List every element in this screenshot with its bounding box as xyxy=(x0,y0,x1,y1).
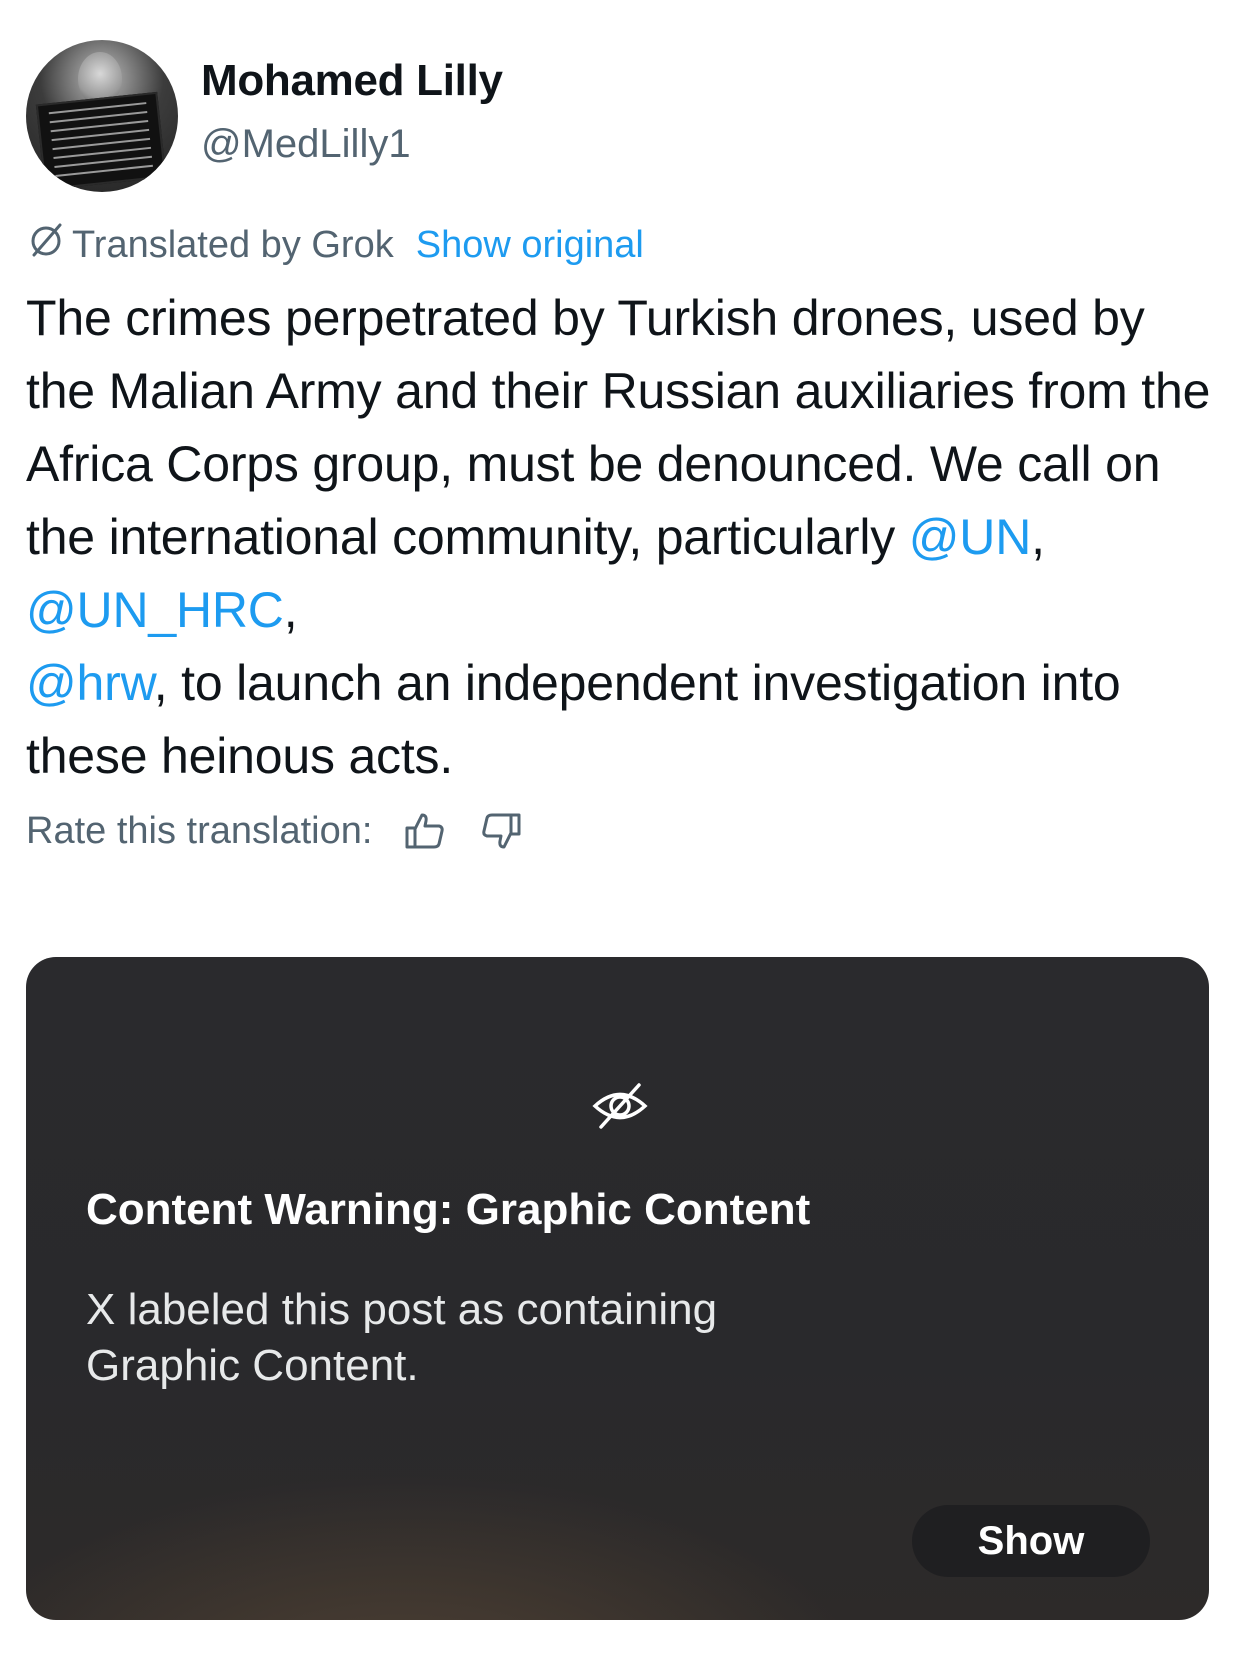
mention-hrw[interactable]: @hrw xyxy=(26,655,154,711)
content-warning-body: X labeled this post as containing Graphi… xyxy=(86,1285,718,1390)
thumbs-down-icon xyxy=(482,813,521,849)
avatar-sign xyxy=(35,91,167,191)
translation-row: Translated by Grok Show original xyxy=(26,220,644,270)
post-text-separator: , xyxy=(1031,509,1045,565)
show-button[interactable]: Show xyxy=(912,1505,1150,1577)
show-original-link[interactable]: Show original xyxy=(416,224,644,267)
grok-icon xyxy=(26,220,72,270)
content-warning-title: Content Warning: Graphic Content xyxy=(86,1185,811,1234)
content-warning-card: Content Warning: Graphic Content X label… xyxy=(26,957,1209,1620)
avatar[interactable] xyxy=(26,40,178,192)
post-text: The crimes perpetrated by Turkish drones… xyxy=(26,282,1216,793)
mention-un-hrc[interactable]: @UN_HRC xyxy=(26,582,284,638)
post-text-part: , to launch an independent investigation… xyxy=(26,655,1121,784)
thumbs-down-button[interactable] xyxy=(478,808,524,854)
author-handle[interactable]: @MedLilly1 xyxy=(201,122,411,167)
rate-translation-label: Rate this translation: xyxy=(26,809,373,852)
mention-un[interactable]: @UN xyxy=(909,509,1032,565)
translation-label: Translated by Grok xyxy=(72,223,394,266)
post-text-separator: , xyxy=(283,582,298,638)
rate-translation-row: Rate this translation: xyxy=(26,808,524,854)
post-header: Mohamed Lilly @MedLilly1 xyxy=(26,40,1206,195)
eye-slash-icon xyxy=(592,1083,648,1129)
thumbs-up-button[interactable] xyxy=(402,808,448,854)
thumbs-up-icon xyxy=(405,813,445,849)
author-name[interactable]: Mohamed Lilly xyxy=(201,56,503,106)
